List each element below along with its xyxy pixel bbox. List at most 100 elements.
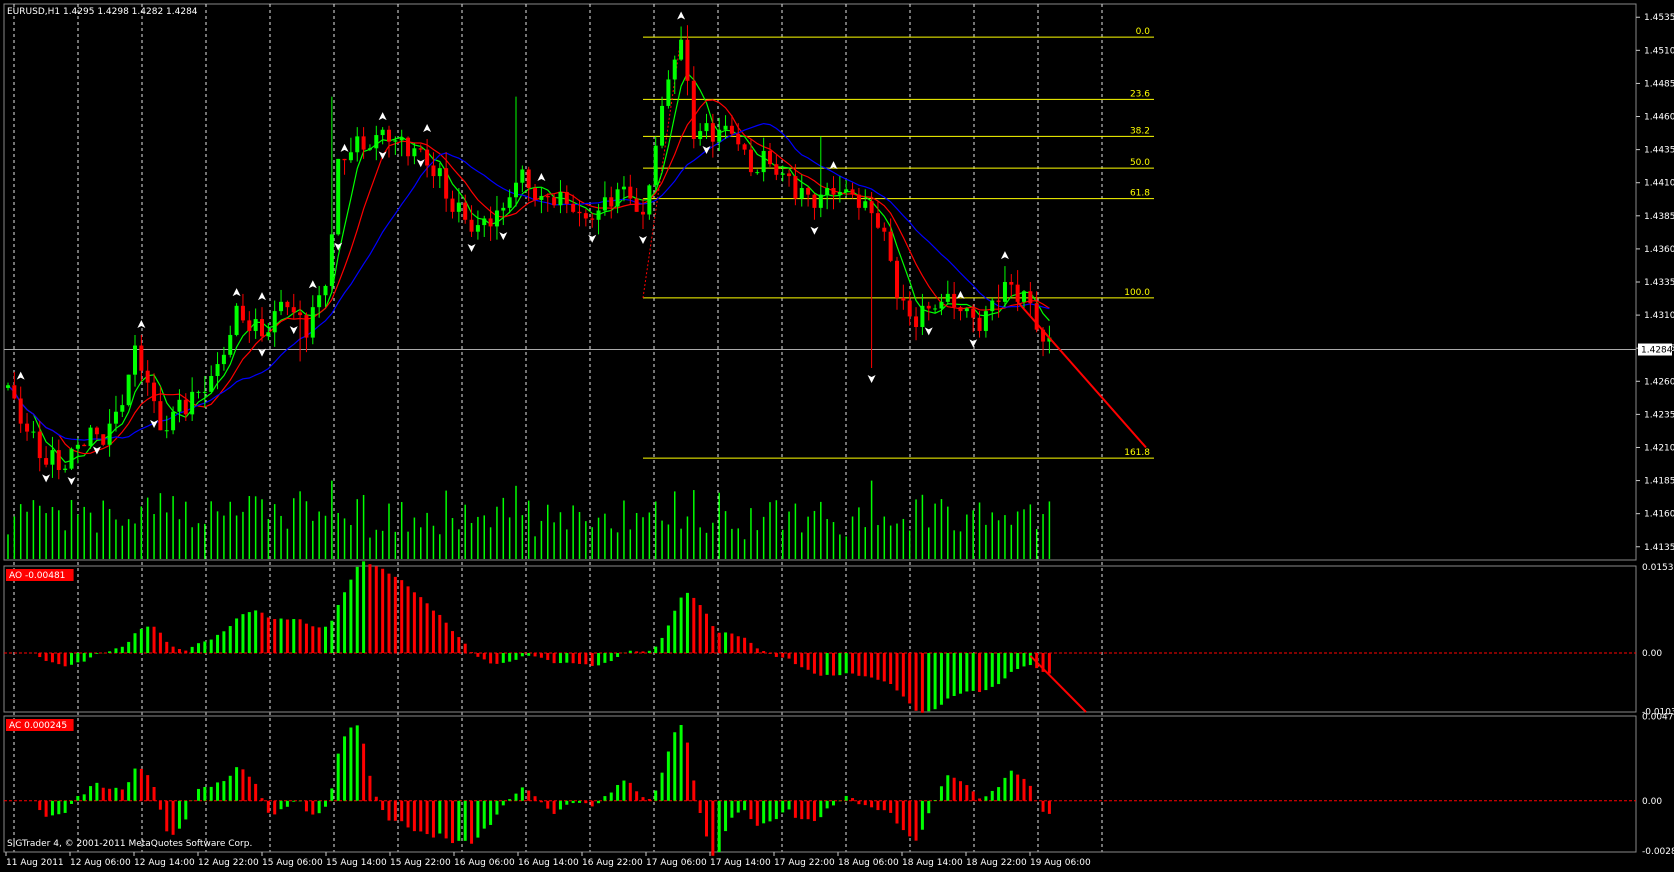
fractal-down-arrow xyxy=(416,159,425,168)
candle-body xyxy=(615,189,620,207)
x-tick-label: 16 Aug 22:00 xyxy=(582,858,643,868)
candle-body xyxy=(171,411,176,431)
candle-body xyxy=(329,234,334,286)
fractal-down-arrow xyxy=(67,476,76,485)
y-tick-label: 1.4410 xyxy=(1644,179,1674,189)
candle-body xyxy=(291,307,296,313)
candle-body xyxy=(69,448,74,469)
candle-body xyxy=(837,191,842,195)
y-tick-label: 1.4535 xyxy=(1644,13,1674,23)
fractal-up-arrow xyxy=(1000,251,1009,260)
candle-body xyxy=(755,172,760,174)
fractal-up-arrow xyxy=(378,112,387,121)
candle-body xyxy=(1028,291,1033,304)
fractal-up-arrow xyxy=(137,319,146,328)
x-tick-label: 12 Aug 14:00 xyxy=(134,858,195,868)
candle-body xyxy=(145,370,150,383)
candle-body xyxy=(196,391,201,393)
candle-body xyxy=(12,385,17,399)
candle-body xyxy=(545,195,550,198)
y-tick-label: 1.4485 xyxy=(1644,79,1674,89)
candle-body xyxy=(914,316,919,328)
candle-body xyxy=(818,194,823,208)
candle-body xyxy=(444,168,449,199)
fractal-up-arrow xyxy=(537,173,546,182)
candle-body xyxy=(945,293,950,302)
y-tick-label: 0.0153 xyxy=(1642,563,1674,573)
price-panel-frame xyxy=(3,3,1637,561)
candle-body xyxy=(825,188,830,195)
candle-body xyxy=(552,197,557,206)
candle-body xyxy=(901,297,906,301)
candle-body xyxy=(514,182,518,198)
candle-body xyxy=(240,305,245,321)
candle-body xyxy=(279,301,284,312)
symbol-header: EURUSD,H1 1.4295 1.4298 1.4282 1.4284 xyxy=(7,7,198,17)
candle-body xyxy=(1002,282,1007,302)
candle-body xyxy=(247,320,252,331)
candle-body xyxy=(856,194,861,208)
fractal-up-arrow xyxy=(16,371,25,380)
fib-level-label: 100.0 xyxy=(1124,288,1150,298)
candle-body xyxy=(977,317,982,331)
candle-body xyxy=(799,188,804,199)
candle-body xyxy=(50,450,55,465)
candle-body xyxy=(63,468,68,470)
candle-body xyxy=(488,218,493,227)
candle-body xyxy=(577,211,582,214)
y-tick-label: 1.4385 xyxy=(1644,212,1674,222)
candle-body xyxy=(602,197,607,211)
candle-body xyxy=(209,375,214,392)
candle-body xyxy=(736,133,741,145)
fractal-down-arrow xyxy=(289,326,298,335)
fractal-down-arrow xyxy=(499,232,508,241)
y-tick-label: 1.4335 xyxy=(1644,278,1674,288)
candle-body xyxy=(1022,291,1026,302)
candle-body xyxy=(177,399,182,412)
x-tick-label: 16 Aug 14:00 xyxy=(518,858,579,868)
candle-body xyxy=(234,305,239,335)
candle-body xyxy=(56,450,61,470)
x-tick-label: 17 Aug 14:00 xyxy=(710,858,771,868)
candle-body xyxy=(869,201,874,214)
fib-level-label: 50.0 xyxy=(1130,158,1150,168)
candle-body xyxy=(990,300,995,312)
candle-body xyxy=(183,399,188,415)
candle-body xyxy=(679,39,684,60)
fractal-down-arrow xyxy=(810,226,819,235)
x-tick-label: 11 Aug 2011 xyxy=(6,858,64,868)
candle-body xyxy=(215,364,220,376)
candle-body xyxy=(507,197,512,208)
candle-body xyxy=(482,218,487,226)
candle-body xyxy=(596,210,601,220)
candle-body xyxy=(571,203,576,212)
candle-body xyxy=(634,198,639,212)
candle-body xyxy=(920,305,925,328)
candle-body xyxy=(787,173,792,177)
fractal-up-arrow xyxy=(423,124,432,133)
fractal-up-arrow xyxy=(308,280,317,289)
candle-body xyxy=(641,211,645,215)
indicator-label: AO -0.00481 xyxy=(9,571,65,581)
x-tick-label: 17 Aug 06:00 xyxy=(646,858,707,868)
x-tick-label: 17 Aug 22:00 xyxy=(774,858,835,868)
candle-body xyxy=(380,129,385,136)
candle-body xyxy=(387,129,391,142)
fractal-up-arrow xyxy=(340,143,349,152)
candle-body xyxy=(25,423,30,432)
candle-body xyxy=(952,293,957,308)
candle-body xyxy=(37,431,42,459)
fractal-down-arrow xyxy=(92,446,101,455)
candle-body xyxy=(698,131,703,140)
chart-window: 1.4535 1.4510 1.4485 1.4460 1.4435 1.4410 1.43… xyxy=(0,0,1674,868)
candle-body xyxy=(425,149,430,166)
candle-body xyxy=(590,218,595,220)
candle-body xyxy=(647,185,652,215)
candle-body xyxy=(710,123,715,142)
y-tick-label: 1.4235 xyxy=(1644,410,1674,420)
candle-body xyxy=(863,201,868,208)
x-tick-label: 18 Aug 22:00 xyxy=(966,858,1027,868)
candle-body xyxy=(44,458,49,465)
y-tick-label: 1.4460 xyxy=(1644,113,1674,123)
candle-body xyxy=(348,152,353,161)
